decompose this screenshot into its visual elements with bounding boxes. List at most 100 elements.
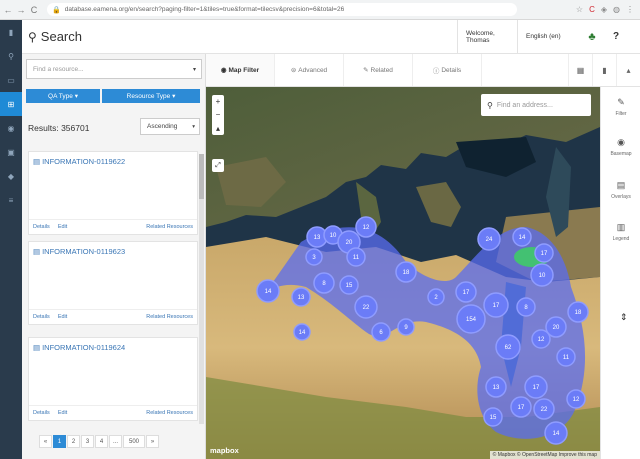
- fullscreen-button[interactable]: ⤢: [212, 159, 224, 172]
- site-cluster-count: 14: [265, 289, 272, 295]
- result-card[interactable]: ▤ INFORMATION-0119622 Details Edit Related R…: [28, 151, 198, 235]
- rail-item-collection[interactable]: ▣: [0, 140, 22, 164]
- zoom-in-button[interactable]: +: [216, 97, 221, 106]
- document-icon: ▤: [33, 343, 41, 352]
- home-icon: ▮: [8, 27, 14, 37]
- page-title-area: ⚲ Search: [22, 20, 458, 53]
- map-tool-label: Legend: [612, 236, 630, 242]
- scroll-thumb[interactable]: [199, 154, 204, 199]
- site-cluster-count: 22: [363, 305, 370, 311]
- edit-link[interactable]: Edit: [58, 410, 67, 416]
- extension-icon[interactable]: C: [589, 5, 595, 14]
- related-resources-link[interactable]: Related Resources: [146, 224, 197, 230]
- tab-label: Advanced: [298, 66, 328, 74]
- page-button[interactable]: 500: [123, 435, 145, 448]
- help-icon[interactable]: ?: [604, 31, 628, 42]
- site-cluster-count: 13: [493, 385, 500, 391]
- collapse-icon[interactable]: ▴: [616, 54, 640, 86]
- reload-icon[interactable]: C: [29, 5, 39, 15]
- rail-item-user[interactable]: ◆: [0, 164, 22, 188]
- details-link[interactable]: Details: [33, 410, 50, 416]
- edit-link[interactable]: Edit: [58, 224, 67, 230]
- tab-icon: ◉: [220, 67, 227, 74]
- calendar-icon[interactable]: ▦: [568, 54, 592, 86]
- result-card[interactable]: ▤ INFORMATION-0119624 Details Edit Related R…: [28, 337, 198, 421]
- page-button[interactable]: »: [146, 435, 159, 448]
- bookmark-icon[interactable]: ▮: [592, 54, 616, 86]
- results-scrollbar[interactable]: [199, 154, 204, 424]
- map-tools-panel: ✎ Filter ◉ Basemap ▤ Overlays ▥ Legend: [600, 87, 640, 459]
- tree-icon[interactable]: ♣: [580, 31, 604, 43]
- overlays-icon: ▤: [616, 180, 626, 190]
- page-button[interactable]: 3: [81, 435, 94, 448]
- tab-related[interactable]: ✎ Related: [344, 54, 413, 86]
- result-title-link[interactable]: ▤ INFORMATION-0119622: [33, 157, 125, 166]
- extension-icon[interactable]: ◈: [601, 5, 607, 14]
- pagination: «1 2 3 4... 500»: [39, 435, 159, 448]
- compass-icon[interactable]: ▴: [216, 124, 220, 133]
- find-resource-input[interactable]: Find a resource... ▾: [26, 59, 202, 79]
- site-cluster-count: 62: [505, 345, 512, 351]
- menu-icon[interactable]: ⋮: [626, 5, 634, 14]
- page-button[interactable]: 2: [67, 435, 80, 448]
- site-cluster-count: 15: [346, 283, 353, 289]
- page-button[interactable]: «: [39, 435, 52, 448]
- map-tool-overlays[interactable]: ▤ Overlays: [601, 180, 640, 200]
- zoom-out-button[interactable]: −: [216, 110, 221, 119]
- language-select[interactable]: English (en): [518, 20, 580, 53]
- details-link[interactable]: Details: [33, 314, 50, 320]
- rail-item-map[interactable]: ⊞: [0, 92, 22, 116]
- tab-details[interactable]: ⓘ Details: [413, 54, 482, 86]
- map-view[interactable]: 13 10 20 3 12 11 14 13 8 18 22 15 2 6 17 9 14 154 17 62 24 14…: [206, 87, 600, 459]
- rail-item-graph[interactable]: ◉: [0, 116, 22, 140]
- forward-icon[interactable]: →: [16, 5, 26, 15]
- chevron-down-icon: ▾: [172, 93, 176, 100]
- related-resources-link[interactable]: Related Resources: [146, 314, 197, 320]
- search-tabs: ◉ Map Filter ⊜ Advanced ✎ Related ⓘ Details ▦ ▮ ▴: [206, 54, 640, 87]
- find-resource-placeholder: Find a resource...: [33, 65, 84, 73]
- details-link[interactable]: Details: [33, 224, 50, 230]
- address-search-input[interactable]: ⚲ Find an address...: [481, 94, 591, 116]
- map-attribution[interactable]: © Mapbox © OpenStreetMap Improve this ma…: [489, 451, 600, 459]
- tab-icon: ✎: [363, 67, 369, 74]
- extension-icon[interactable]: ◍: [613, 5, 620, 14]
- resource-type-button[interactable]: Resource Type ▾: [102, 89, 200, 103]
- result-card[interactable]: ▤ INFORMATION-0119623 Details Edit Related R…: [28, 241, 198, 325]
- site-cluster-count: 14: [553, 431, 560, 437]
- tab-advanced[interactable]: ⊜ Advanced: [275, 54, 344, 86]
- page-button[interactable]: 1: [53, 435, 66, 448]
- rail-item-settings[interactable]: ≡: [0, 188, 22, 212]
- edit-link[interactable]: Edit: [58, 314, 67, 320]
- tab-label: Related: [370, 66, 393, 74]
- welcome-user[interactable]: Welcome, Thomas: [458, 20, 518, 53]
- tab-map-filter[interactable]: ◉ Map Filter: [206, 54, 275, 86]
- collection-icon: ▣: [7, 147, 15, 157]
- rail-item-home[interactable]: ▮: [0, 20, 22, 44]
- result-title-link[interactable]: ▤ INFORMATION-0119623: [33, 247, 125, 256]
- tab-toolbar: ▦ ▮ ▴: [568, 54, 640, 86]
- map-tool-filter[interactable]: ✎ Filter: [601, 97, 640, 117]
- site-cluster-count: 22: [541, 407, 548, 413]
- star-icon[interactable]: ☆: [576, 5, 583, 14]
- url-bar[interactable]: 🔒 database.eamena.org/en/search?paging-f…: [47, 3, 517, 16]
- app-header: ⚲ Search Welcome, Thomas English (en) ♣ …: [22, 20, 640, 54]
- mapbox-logo: mapbox: [210, 446, 239, 455]
- map-canvas: 13 102031211141381822152617914154176224 14…: [206, 87, 600, 459]
- rail-item-resource[interactable]: ▭: [0, 68, 22, 92]
- tab-label: Map Filter: [228, 66, 260, 74]
- sort-select[interactable]: Ascending ▾: [140, 118, 200, 135]
- qa-type-button[interactable]: QA Type ▾: [26, 89, 100, 103]
- graph-icon: ◉: [7, 123, 15, 133]
- site-cluster-count: 17: [533, 385, 540, 391]
- map-tool-legend[interactable]: ▥ Legend: [601, 222, 640, 242]
- result-title-link[interactable]: ▤ INFORMATION-0119624: [33, 343, 125, 352]
- page-button[interactable]: ...: [109, 435, 122, 448]
- rail-item-search[interactable]: ⚲: [0, 44, 22, 68]
- page-button[interactable]: 4: [95, 435, 108, 448]
- resource-icon: ▭: [7, 75, 15, 85]
- map-tool-basemap[interactable]: ◉ Basemap: [601, 137, 640, 157]
- lock-icon: 🔒: [52, 6, 61, 14]
- related-resources-link[interactable]: Related Resources: [146, 410, 197, 416]
- back-icon[interactable]: ←: [3, 5, 13, 15]
- map-tool-label: Filter: [615, 111, 627, 117]
